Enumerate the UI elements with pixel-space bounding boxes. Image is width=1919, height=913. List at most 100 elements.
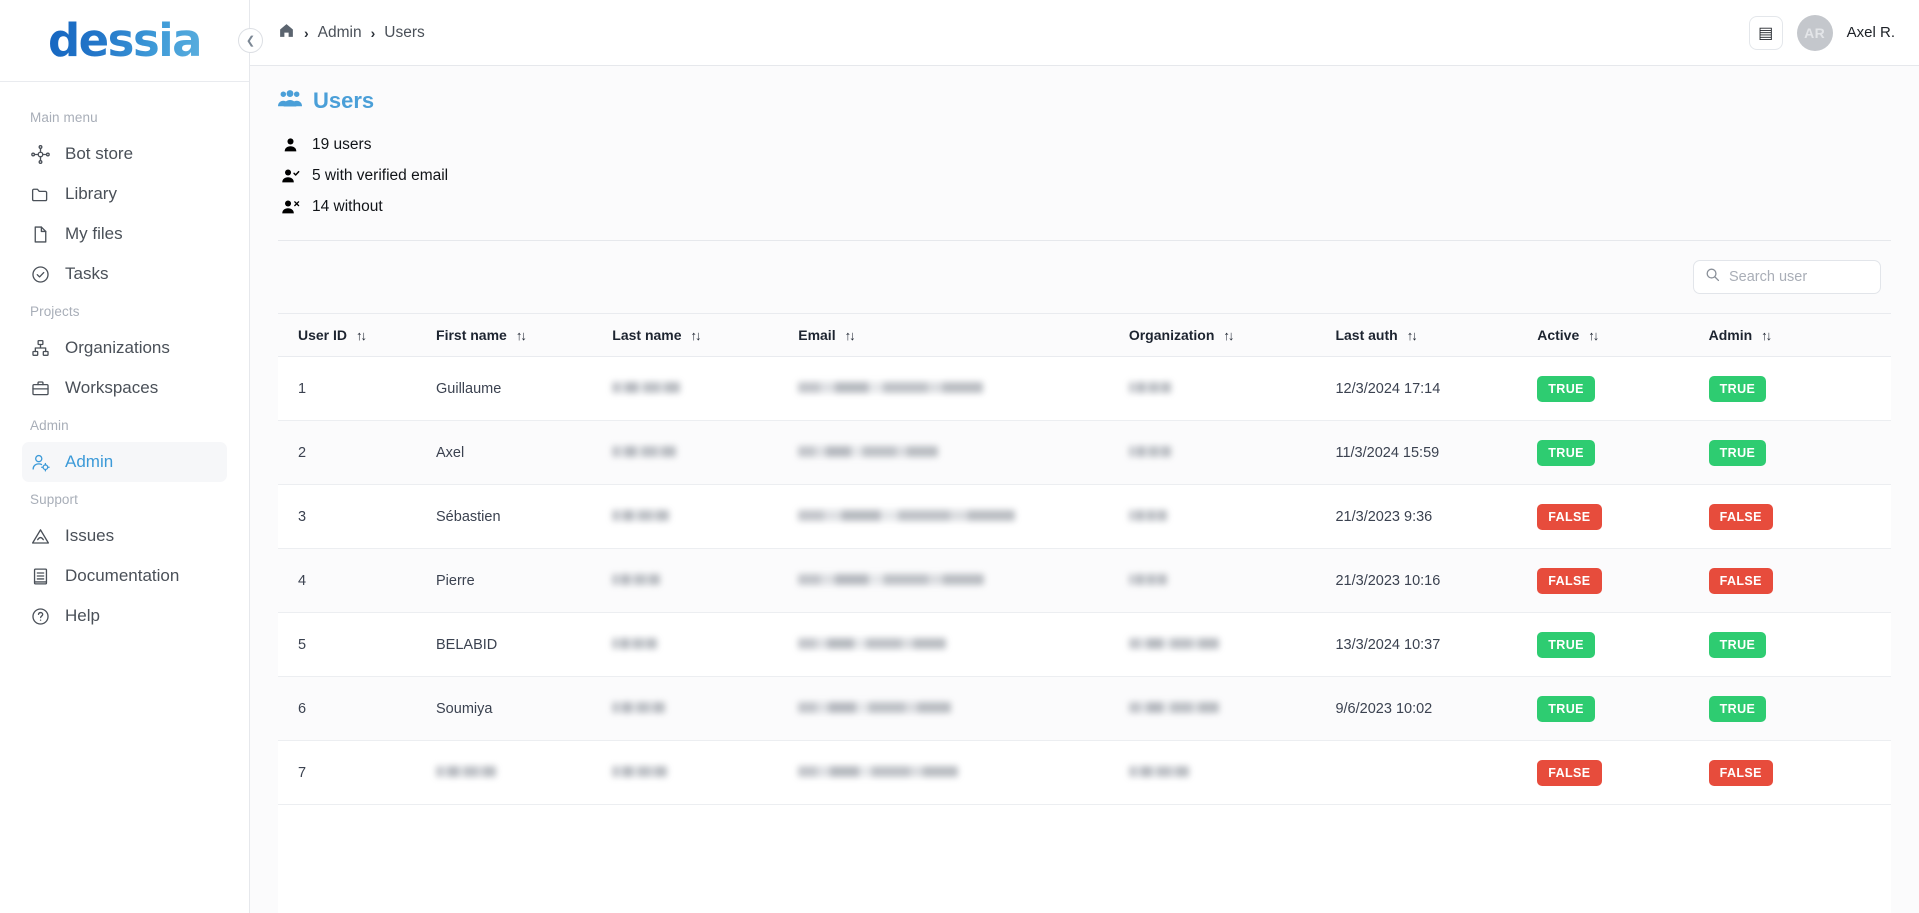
sidebar-item-documentation[interactable]: Documentation — [22, 556, 227, 596]
cell-admin: TRUE — [1708, 420, 1891, 485]
redacted-value — [1128, 445, 1171, 457]
cell-last-auth: 13/3/2024 10:37 — [1335, 612, 1538, 677]
sidebar-item-tasks[interactable]: Tasks — [22, 254, 227, 294]
table-row[interactable]: 5 BELABID 13/3/2024 10:37 TRUE TRUE — [278, 612, 1891, 677]
sort-arrows-icon[interactable]: ↑↓ — [1761, 328, 1772, 343]
table-row[interactable]: 1 Guillaume 12/3/2024 17:14 TRUE TRUE — [278, 356, 1891, 421]
cell-organization — [1128, 676, 1336, 741]
sidebar-item-label: Tasks — [65, 264, 109, 283]
cell-first-name: Guillaume — [436, 356, 613, 421]
column-header-first-name[interactable]: First name ↑↓ — [436, 313, 613, 357]
sort-arrows-icon[interactable]: ↑↓ — [1407, 328, 1418, 343]
search-box[interactable] — [1693, 260, 1881, 294]
home-icon[interactable] — [278, 22, 295, 44]
cell-last-auth: 12/3/2024 17:14 — [1335, 356, 1538, 421]
column-header-organization[interactable]: Organization ↑↓ — [1128, 313, 1336, 357]
sidebar-collapse-button[interactable]: ❮ — [238, 28, 263, 53]
sort-arrows-icon[interactable]: ↑↓ — [691, 328, 702, 343]
column-header-email[interactable]: Email ↑↓ — [798, 313, 1129, 357]
table-row[interactable]: 3 Sébastien 21/3/2023 9:36 FALSE FALSE — [278, 484, 1891, 549]
cell-last-name — [612, 356, 799, 421]
documentation-button[interactable]: ▤ — [1748, 15, 1783, 50]
column-header-user-id[interactable]: User ID ↑↓ — [278, 313, 437, 357]
status-badge[interactable]: FALSE — [1708, 503, 1773, 530]
cell-email — [798, 356, 1129, 421]
status-badge[interactable]: FALSE — [1708, 759, 1773, 786]
column-header-label: Last auth — [1335, 327, 1398, 343]
cell-active: TRUE — [1537, 612, 1709, 677]
users-table: User ID ↑↓ First name ↑↓ Last name ↑↓ Email ↑↓ O… — [278, 313, 1891, 805]
column-header-last-name[interactable]: Last name ↑↓ — [612, 313, 799, 357]
search-input[interactable] — [1729, 269, 1869, 285]
status-badge[interactable]: TRUE — [1537, 375, 1595, 402]
column-header-label: Admin — [1708, 327, 1753, 343]
avatar[interactable]: AR — [1796, 14, 1833, 51]
status-badge[interactable]: TRUE — [1537, 695, 1595, 722]
sort-arrows-icon[interactable]: ↑↓ — [516, 328, 527, 343]
username-label: Axel R. — [1846, 24, 1895, 41]
sidebar-item-my-files[interactable]: My files — [22, 214, 227, 254]
cell-last-name — [612, 612, 799, 677]
status-badge[interactable]: FALSE — [1708, 567, 1773, 594]
status-badge[interactable]: FALSE — [1537, 567, 1602, 594]
brand-logo[interactable]: dessia — [0, 0, 249, 82]
cell-email — [798, 676, 1129, 741]
table-row[interactable]: 4 Pierre 21/3/2023 10:16 FALSE FALSE — [278, 548, 1891, 613]
column-header-label: Organization — [1128, 327, 1215, 343]
redacted-value — [798, 445, 939, 457]
column-header-content: Email ↑↓ — [798, 327, 1129, 343]
cell-last-name — [612, 740, 799, 805]
column-header-last-auth[interactable]: Last auth ↑↓ — [1335, 313, 1538, 357]
sort-arrows-icon[interactable]: ↑↓ — [1223, 328, 1234, 343]
status-badge[interactable]: TRUE — [1537, 631, 1595, 658]
redacted-value — [612, 509, 670, 521]
sidebar-item-bot-store[interactable]: Bot store — [22, 134, 227, 174]
cell-first-name — [436, 740, 613, 805]
column-header-content: Active ↑↓ — [1537, 327, 1708, 343]
sidebar-item-label: Issues — [65, 526, 115, 545]
sidebar-item-issues[interactable]: Issues — [22, 516, 227, 556]
table-toolbar — [278, 241, 1891, 313]
column-header-content: Last name ↑↓ — [612, 327, 798, 343]
cell-last-auth: 9/6/2023 10:02 — [1335, 676, 1538, 741]
sidebar-item-organizations[interactable]: Organizations — [22, 328, 227, 368]
cell-active: TRUE — [1537, 676, 1709, 741]
breadcrumb-item-users[interactable]: Users — [384, 24, 424, 42]
search-icon — [1705, 267, 1720, 287]
cell-active: FALSE — [1537, 740, 1709, 805]
status-badge[interactable]: TRUE — [1708, 631, 1767, 658]
sidebar-item-workspaces[interactable]: Workspaces — [22, 368, 227, 408]
table-row[interactable]: 7 FALSE FALSE — [278, 740, 1891, 805]
sidebar-item-help[interactable]: Help — [22, 596, 227, 636]
stat-item: 14 without — [281, 198, 1891, 216]
status-badge[interactable]: TRUE — [1537, 439, 1595, 466]
breadcrumb-item-admin[interactable]: Admin — [318, 24, 362, 42]
cell-last-name — [612, 484, 799, 549]
cell-email — [798, 420, 1129, 485]
table-row[interactable]: 6 Soumiya 9/6/2023 10:02 TRUE TRUE — [278, 676, 1891, 741]
sidebar-item-admin[interactable]: Admin — [22, 442, 227, 482]
chevron-left-icon: ❮ — [245, 35, 256, 47]
table-row[interactable]: 2 Axel 11/3/2024 15:59 TRUE TRUE — [278, 420, 1891, 485]
column-header-active[interactable]: Active ↑↓ — [1537, 313, 1709, 357]
user-stats: 19 users 5 with verified email 14 without — [278, 136, 1891, 216]
stat-text: 5 with verified email — [312, 167, 449, 184]
redacted-value — [1128, 765, 1189, 777]
redacted-value — [612, 701, 666, 713]
stat-text: 19 users — [312, 136, 372, 153]
status-badge[interactable]: TRUE — [1708, 375, 1767, 402]
sort-arrows-icon[interactable]: ↑↓ — [1588, 328, 1599, 343]
sidebar-item-library[interactable]: Library — [22, 174, 227, 214]
column-header-label: First name — [436, 327, 507, 343]
status-badge[interactable]: TRUE — [1708, 439, 1767, 466]
redacted-value — [798, 381, 984, 393]
cell-admin: TRUE — [1708, 356, 1891, 421]
status-badge[interactable]: FALSE — [1537, 759, 1602, 786]
status-badge[interactable]: FALSE — [1537, 503, 1602, 530]
cell-active: TRUE — [1537, 356, 1709, 421]
column-header-admin[interactable]: Admin ↑↓ — [1708, 313, 1891, 357]
sort-arrows-icon[interactable]: ↑↓ — [845, 328, 856, 343]
redacted-value — [798, 637, 947, 649]
status-badge[interactable]: TRUE — [1708, 695, 1767, 722]
sort-arrows-icon[interactable]: ↑↓ — [356, 328, 367, 343]
